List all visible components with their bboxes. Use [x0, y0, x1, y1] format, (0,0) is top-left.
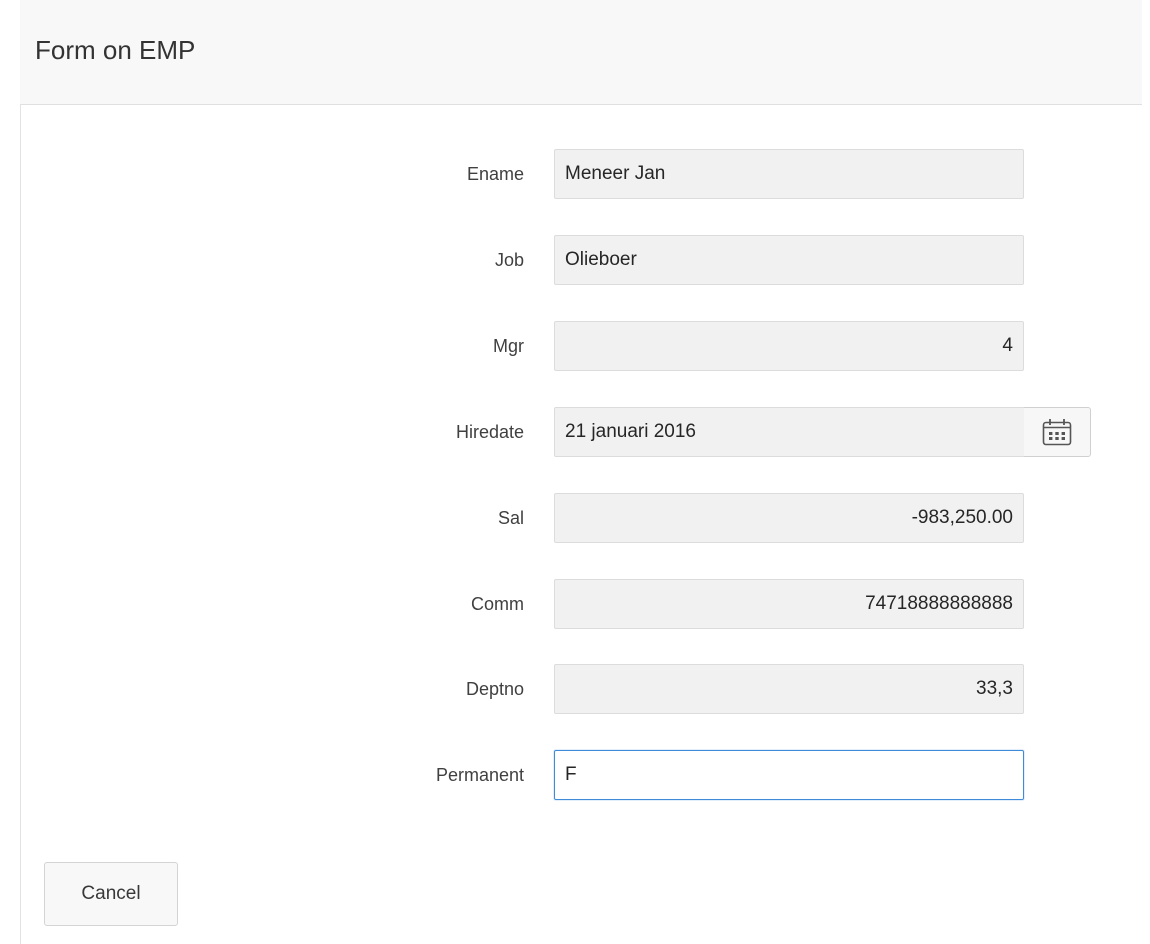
comm-field[interactable] — [554, 579, 1024, 629]
sal-field[interactable] — [554, 493, 1024, 543]
permanent-field[interactable] — [554, 750, 1024, 800]
hiredate-field[interactable] — [554, 407, 1025, 457]
form-row-mgr: Mgr — [0, 321, 1150, 371]
date-picker-button[interactable] — [1024, 407, 1091, 457]
form-row-sal: Sal — [0, 493, 1150, 543]
form-row-job: Job — [0, 235, 1150, 285]
job-label: Job — [494, 250, 524, 270]
job-field[interactable] — [554, 235, 1024, 285]
sal-label: Sal — [497, 508, 524, 528]
cancel-button[interactable]: Cancel — [44, 862, 178, 926]
form-row-ename: Ename — [0, 149, 1150, 199]
mgr-label: Mgr — [493, 336, 524, 356]
form-row-hiredate: Hiredate — [0, 407, 1150, 457]
ename-label: Ename — [466, 164, 524, 184]
form-row-deptno: Deptno — [0, 664, 1150, 714]
deptno-label: Deptno — [465, 679, 524, 699]
comm-label: Comm — [471, 594, 524, 614]
permanent-label: Permanent — [435, 765, 524, 785]
deptno-field[interactable] — [554, 664, 1024, 714]
calendar-icon — [1041, 417, 1073, 447]
mgr-field[interactable] — [554, 321, 1024, 371]
form-region: Form on EMP Ename Job Mgr Hiredate — [0, 0, 1150, 944]
hiredate-label: Hiredate — [455, 422, 524, 442]
form-row-comm: Comm — [0, 579, 1150, 629]
page-title: Form on EMP — [35, 35, 196, 65]
form-row-permanent: Permanent — [0, 750, 1150, 800]
region-border — [20, 0, 21, 944]
ename-field[interactable] — [554, 149, 1024, 199]
